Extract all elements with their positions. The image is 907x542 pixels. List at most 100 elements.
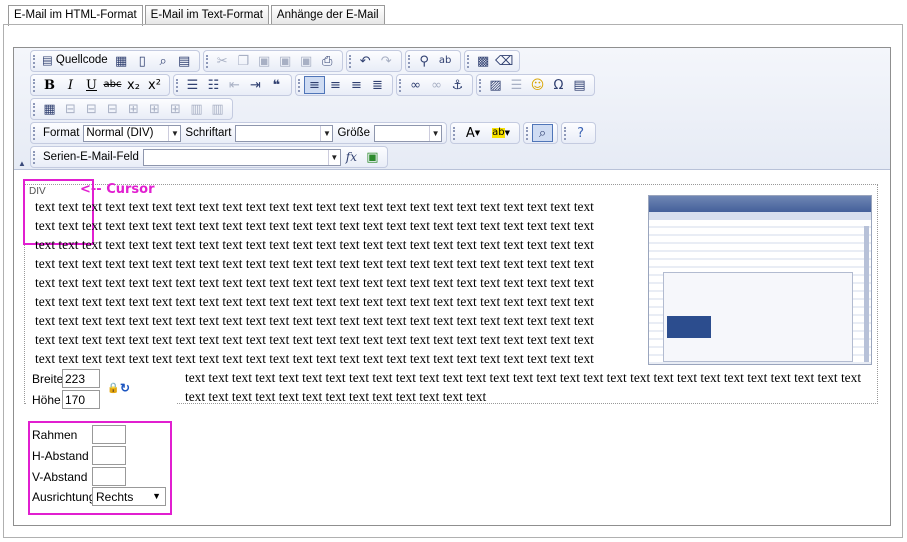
properties-highlight-box [28,421,172,515]
tab-attachments[interactable]: Anhänge der E-Mail [270,5,385,25]
lock-ratio-icon[interactable]: 🔒 [107,383,119,394]
serial-field-label: Serien-E-Mail-Feld [43,151,139,163]
paste-text-icon[interactable]: ▣ [275,52,296,70]
superscript-icon[interactable]: x² [144,76,165,94]
text-line: text text text text text text text text … [185,389,487,404]
format-select[interactable]: Normal (DIV) ▼ [83,124,182,142]
blockquote-icon[interactable]: ❝ [266,76,287,94]
collapse-toolbar-icon[interactable]: ▲ [18,159,26,168]
numbered-list-icon[interactable]: ☰ [182,76,203,94]
indent-icon[interactable]: ⇥ [245,76,266,94]
reset-size-icon[interactable]: ↻ [120,381,130,395]
toolbar-group-lists: ☰ ☷ ⇤ ⇥ ❝ [173,74,292,96]
paste-icon[interactable]: ▣ [254,52,275,70]
text-color-icon[interactable]: A ▼ [459,124,487,142]
width-row: Breite 223 [32,369,100,388]
remove-format-icon[interactable]: ⌫ [494,52,515,70]
tab-bar: E-Mail im HTML-Format E-Mail im Text-For… [8,5,385,26]
select-all-icon[interactable]: ▩ [473,52,494,70]
image-icon[interactable]: ▨ [485,76,506,94]
align-left-icon[interactable]: ≡ [304,76,325,94]
size-select[interactable]: ▼ [374,124,443,142]
align-justify-icon[interactable]: ≣ [367,76,388,94]
toolbar-group-style: B I U abc x₂ x² [30,74,170,96]
width-input[interactable]: 223 [62,369,100,388]
background-color-icon[interactable]: ab ▼ [487,124,515,142]
text-line: text text text text text text text text … [35,199,594,214]
insert-row-before-icon[interactable]: ⊟ [60,100,81,118]
insert-row-after-icon[interactable]: ⊟ [81,100,102,118]
toolbar-group-serial: Serien-E-Mail-Feld ▼ fx ▣ [30,146,388,168]
redo-icon[interactable]: ↷ [376,52,397,70]
copy-icon[interactable]: ❐ [233,52,254,70]
help-icon[interactable]: ? [570,124,591,142]
toolbar-group-colors: A ▼ ab ▼ [450,122,521,144]
page-break-icon[interactable]: ▤ [569,76,590,94]
horizontal-rule-icon[interactable]: ☰ [506,76,527,94]
undo-icon[interactable]: ↶ [355,52,376,70]
strike-icon[interactable]: abc [102,76,123,94]
tab-html-format[interactable]: E-Mail im HTML-Format [8,5,143,26]
toolbar-group-select: ▩ ⌫ [463,50,520,72]
align-center-icon[interactable]: ≡ [325,76,346,94]
insert-col-after-icon[interactable]: ⊞ [144,100,165,118]
special-char-icon[interactable]: Ω [548,76,569,94]
insert-field-icon[interactable]: ▣ [362,148,383,166]
show-blocks-icon[interactable]: ⌕ [532,124,554,142]
tab-text-format[interactable]: E-Mail im Text-Format [144,5,269,25]
text-line: text text text text text text text text … [35,332,594,347]
find-icon[interactable]: ⚲ [414,52,435,70]
toolbar-row-4: Format Normal (DIV) ▼ Schriftart ▼ Größe… [30,122,599,144]
new-page-icon[interactable]: ▯ [132,52,153,70]
embedded-screenshot-image[interactable] [648,195,872,365]
bulleted-list-icon[interactable]: ☷ [203,76,224,94]
smiley-icon[interactable]: ☺ [527,76,548,94]
toolbar-row-1: ▤Quellcode ▦ ▯ ⌕ ▤ ✂ ❐ ▣ ▣ ▣ ⎙ ↶ ↷ ⚲ ab [30,50,523,72]
merge-cells-icon[interactable]: ▥ [186,100,207,118]
font-select[interactable]: ▼ [235,124,334,142]
serial-field-select[interactable]: ▼ [142,148,341,166]
print-icon[interactable]: ⎙ [317,52,338,70]
source-button[interactable]: ▤ Quellcode [39,52,111,70]
toolbar-group-clipboard: ✂ ❐ ▣ ▣ ▣ ⎙ [202,50,343,72]
align-right-icon[interactable]: ≡ [346,76,367,94]
text-line: text text text text text text text text … [35,256,594,271]
text-line: text text text text text text text text … [35,218,594,233]
size-label: Größe [337,127,371,139]
italic-icon[interactable]: I [60,76,81,94]
height-row: Höhe 170 [32,390,100,409]
toolbar-group-table: ▦ ⊟ ⊟ ⊟ ⊞ ⊞ ⊞ ▥ ▥ [30,98,233,120]
cut-icon[interactable]: ✂ [212,52,233,70]
height-label: Höhe [32,392,61,407]
toolbar-group-tools: ⌕ [523,122,559,144]
insert-col-before-icon[interactable]: ⊞ [123,100,144,118]
outdent-icon[interactable]: ⇤ [224,76,245,94]
toolbar-row-3: ▦ ⊟ ⊟ ⊟ ⊞ ⊞ ⊞ ▥ ▥ [30,98,236,120]
bold-icon[interactable]: B [39,76,60,94]
link-icon[interactable]: ∞ [405,76,426,94]
delete-row-icon[interactable]: ⊟ [102,100,123,118]
toolbar-row-5: Serien-E-Mail-Feld ▼ fx ▣ [30,146,391,168]
delete-col-icon[interactable]: ⊞ [165,100,186,118]
table-icon[interactable]: ▦ [39,100,60,118]
preview-icon[interactable]: ⌕ [153,52,174,70]
text-line: text text text text text text text text … [35,294,594,309]
unlink-icon[interactable]: ∞ [426,76,447,94]
toolbar-group-align: ≡ ≡ ≡ ≣ [295,74,393,96]
templates-icon[interactable]: ▤ [174,52,195,70]
underline-icon[interactable]: U [81,76,102,94]
split-cells-icon[interactable]: ▥ [207,100,228,118]
toolbar-group-undo: ↶ ↷ [345,50,402,72]
subscript-icon[interactable]: x₂ [123,76,144,94]
replace-icon[interactable]: ab [435,52,456,70]
toolbar-group-insert: ▨ ☰ ☺ Ω ▤ [476,74,595,96]
chevron-down-icon: ▼ [168,125,180,141]
toolbar-group-find: ⚲ ab [404,50,461,72]
source-icon: ▤ [42,53,53,68]
height-input[interactable]: 170 [62,390,100,409]
format-label: Format [43,127,80,139]
fx-icon[interactable]: fx [341,148,362,166]
save-icon[interactable]: ▦ [111,52,132,70]
anchor-icon[interactable]: ⚓ [447,76,468,94]
paste-word-icon[interactable]: ▣ [296,52,317,70]
